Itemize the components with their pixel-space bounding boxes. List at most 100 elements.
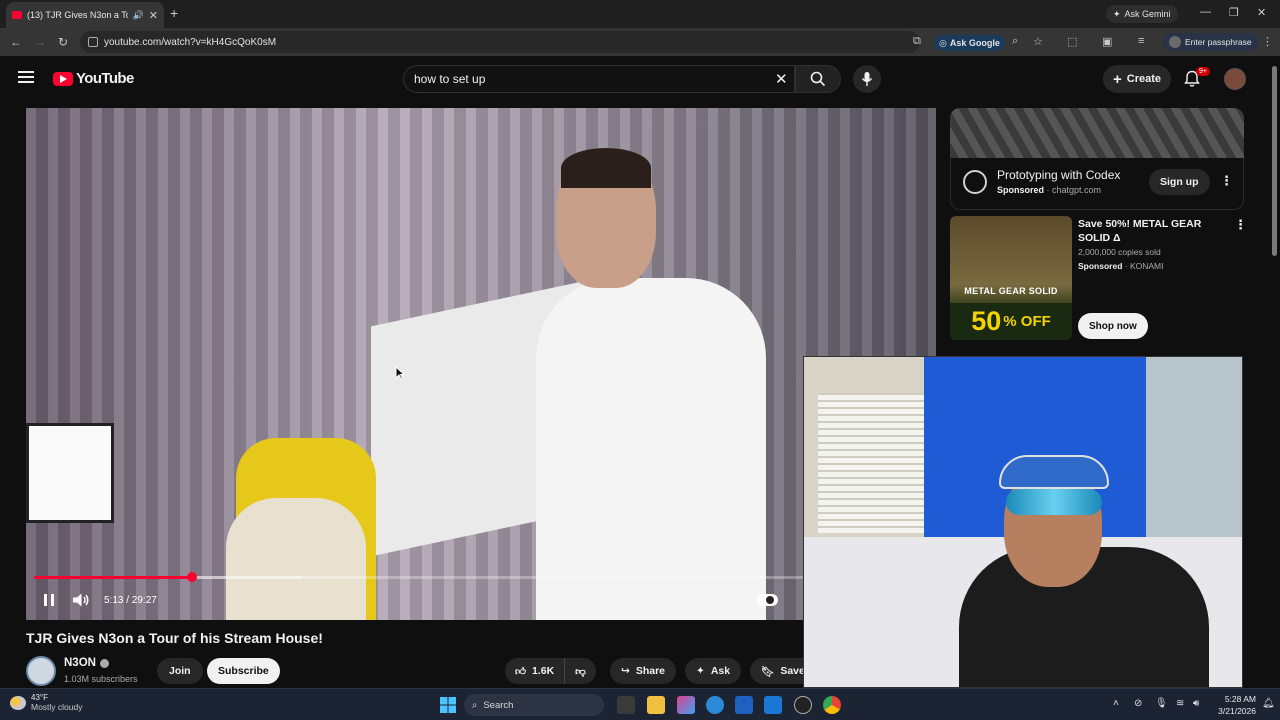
- browser-tab-title: (13) TJR Gives N3on a Tour of his Stream…: [27, 10, 128, 20]
- windows-start-icon[interactable]: [439, 696, 457, 714]
- promo-discount-banner: 50 % OFF: [950, 303, 1072, 340]
- taskbar-search-icon: ⌕: [472, 699, 478, 711]
- window-close-icon[interactable]: ✕: [1257, 6, 1266, 19]
- shop-now-button[interactable]: Shop now: [1078, 313, 1148, 339]
- minimize-icon[interactable]: —: [1200, 6, 1211, 18]
- openai-logo-icon: [963, 170, 987, 194]
- video-player[interactable]: 5:13 / 29:27: [26, 108, 936, 620]
- address-bar[interactable]: youtube.com/watch?v=kH4GcQoK0sM: [80, 31, 920, 53]
- sign-up-button[interactable]: Sign up: [1149, 169, 1210, 195]
- tab-close-icon[interactable]: ✕: [149, 9, 158, 22]
- ask-button[interactable]: ✦ Ask: [685, 658, 742, 684]
- outlook-icon[interactable]: [764, 696, 782, 714]
- tray-app-icon[interactable]: ⊘: [1134, 698, 1142, 709]
- youtube-logo[interactable]: YouTube: [53, 70, 134, 87]
- create-button[interactable]: + Create: [1103, 65, 1172, 93]
- forward-arrow-icon[interactable]: →: [34, 35, 46, 49]
- create-label: Create: [1126, 73, 1162, 85]
- account-avatar[interactable]: [1224, 68, 1246, 90]
- like-button[interactable]: 👍︎ 1.6K: [505, 658, 566, 684]
- reload-icon[interactable]: ↻: [58, 35, 68, 49]
- guide-menu-icon[interactable]: [18, 71, 34, 83]
- ad-sponsored-label: Sponsored: [997, 185, 1045, 195]
- browser-tab-youtube[interactable]: (13) TJR Gives N3on a Tour of his Stream…: [6, 2, 164, 28]
- voice-search-button[interactable]: [853, 65, 881, 93]
- webcam-overlay: [803, 356, 1243, 688]
- sponsored-ad-card[interactable]: Prototyping with Codex Sponsored · chatg…: [950, 158, 1244, 210]
- clock-time: 5:28 AM: [1224, 694, 1256, 704]
- video-progress-bar[interactable]: [34, 572, 928, 582]
- dislike-button[interactable]: 👎︎: [565, 658, 596, 684]
- promo-thumbnail[interactable]: METAL GEAR SOLID 50 % OFF: [950, 216, 1072, 340]
- search-icon: [810, 71, 826, 87]
- channel-name-row[interactable]: N3ON: [64, 657, 109, 669]
- join-button[interactable]: Join: [157, 658, 203, 684]
- weather-temperature: 43°F: [31, 693, 48, 702]
- install-app-icon[interactable]: ⧉: [913, 35, 921, 48]
- notification-center-icon[interactable]: 🔔︎: [1262, 698, 1275, 709]
- share-button[interactable]: ↪ Share: [610, 658, 676, 684]
- search-button[interactable]: [795, 65, 841, 93]
- verified-badge-icon: [99, 658, 109, 668]
- tray-microphone-icon[interactable]: 🎙︎: [1155, 698, 1168, 709]
- video-frame-standing-person: [536, 148, 766, 620]
- video-time-display: 5:13 / 29:27: [104, 594, 157, 606]
- browser-menu-icon[interactable]: ⋮: [1262, 35, 1273, 48]
- browser-tab-strip: (13) TJR Gives N3on a Tour of his Stream…: [0, 0, 1280, 28]
- passphrase-label: Enter passphrase: [1185, 37, 1252, 47]
- chrome-browser-icon[interactable]: [823, 696, 841, 714]
- progress-played: [34, 576, 193, 579]
- page-scrollbar[interactable]: [1269, 56, 1280, 688]
- media-app-icon[interactable]: [794, 696, 812, 714]
- ad-title[interactable]: Prototyping with Codex: [997, 168, 1120, 182]
- task-view-icon[interactable]: [617, 696, 635, 714]
- search-input[interactable]: how to set up: [403, 65, 795, 93]
- volume-icon[interactable]: [72, 592, 90, 608]
- speaker-volume-icon[interactable]: 🔊︎: [1193, 698, 1199, 709]
- copilot-icon[interactable]: [677, 696, 695, 714]
- zoom-icon[interactable]: ⌕: [1012, 35, 1018, 48]
- microsoft-store-icon[interactable]: [735, 696, 753, 714]
- promo-sponsor-line: Sponsored · KONAMI: [1078, 261, 1164, 271]
- ask-gemini-button[interactable]: ✦ Ask Gemini: [1106, 5, 1178, 23]
- new-tab-icon[interactable]: +: [170, 5, 178, 21]
- promo-more-options-icon[interactable]: ⋮: [1234, 217, 1247, 233]
- split-view-icon[interactable]: ▣: [1102, 35, 1112, 48]
- scrollbar-thumb[interactable]: [1272, 66, 1277, 256]
- profile-passphrase-button[interactable]: Enter passphrase: [1163, 33, 1258, 51]
- search-clear-icon[interactable]: ✕: [775, 70, 788, 88]
- thumbs-down-icon: 👎︎: [575, 665, 586, 678]
- media-controls-icon[interactable]: ≡: [1138, 35, 1144, 47]
- subscribe-button[interactable]: Subscribe: [207, 658, 280, 684]
- extensions-icon[interactable]: ⬚: [1067, 35, 1077, 48]
- autoplay-toggle[interactable]: [756, 594, 778, 606]
- tray-overflow-chevron-icon[interactable]: ˄: [1113, 698, 1119, 709]
- channel-avatar[interactable]: [26, 656, 56, 686]
- ad-more-options-icon[interactable]: ⋮: [1220, 173, 1233, 189]
- mouse-cursor-icon: [395, 366, 405, 380]
- pause-icon[interactable]: [40, 591, 58, 609]
- search-query-text: how to set up: [414, 72, 486, 86]
- partly-cloudy-icon: [10, 695, 26, 710]
- edge-browser-icon[interactable]: [706, 696, 724, 714]
- url-text: youtube.com/watch?v=kH4GcQoK0sM: [104, 36, 277, 48]
- windows-taskbar: 43°F Mostly cloudy ⌕ Search ˄ ⊘ 🎙︎ ≋ 🔊︎ …: [0, 688, 1280, 720]
- system-clock[interactable]: 5:28 AM 3/21/2026: [1212, 693, 1256, 717]
- restore-icon[interactable]: ❐: [1229, 6, 1239, 19]
- bookmark-icon: 🔖︎: [761, 665, 775, 678]
- wifi-icon[interactable]: ≋: [1176, 698, 1184, 709]
- file-explorer-icon[interactable]: [647, 696, 665, 714]
- youtube-masthead: YouTube how to set up ✕ + Create 9+: [0, 56, 1268, 102]
- promo-title[interactable]: Save 50%! METAL GEAR SOLID Δ: [1078, 217, 1228, 245]
- promo-percent: 50: [971, 306, 1002, 336]
- weather-widget[interactable]: 43°F Mostly cloudy: [10, 693, 83, 712]
- taskbar-search[interactable]: ⌕ Search: [464, 694, 604, 716]
- site-info-icon[interactable]: [88, 37, 98, 47]
- channel-name[interactable]: N3ON: [64, 657, 96, 669]
- bookmark-star-icon[interactable]: ☆: [1033, 35, 1043, 48]
- ad-banner-image[interactable]: [950, 108, 1244, 158]
- ask-google-button[interactable]: ◎ Ask Google: [934, 35, 1005, 51]
- speaker-icon[interactable]: 🔊: [133, 10, 144, 21]
- like-count: 1.6K: [531, 665, 555, 677]
- back-arrow-icon[interactable]: ←: [10, 35, 22, 49]
